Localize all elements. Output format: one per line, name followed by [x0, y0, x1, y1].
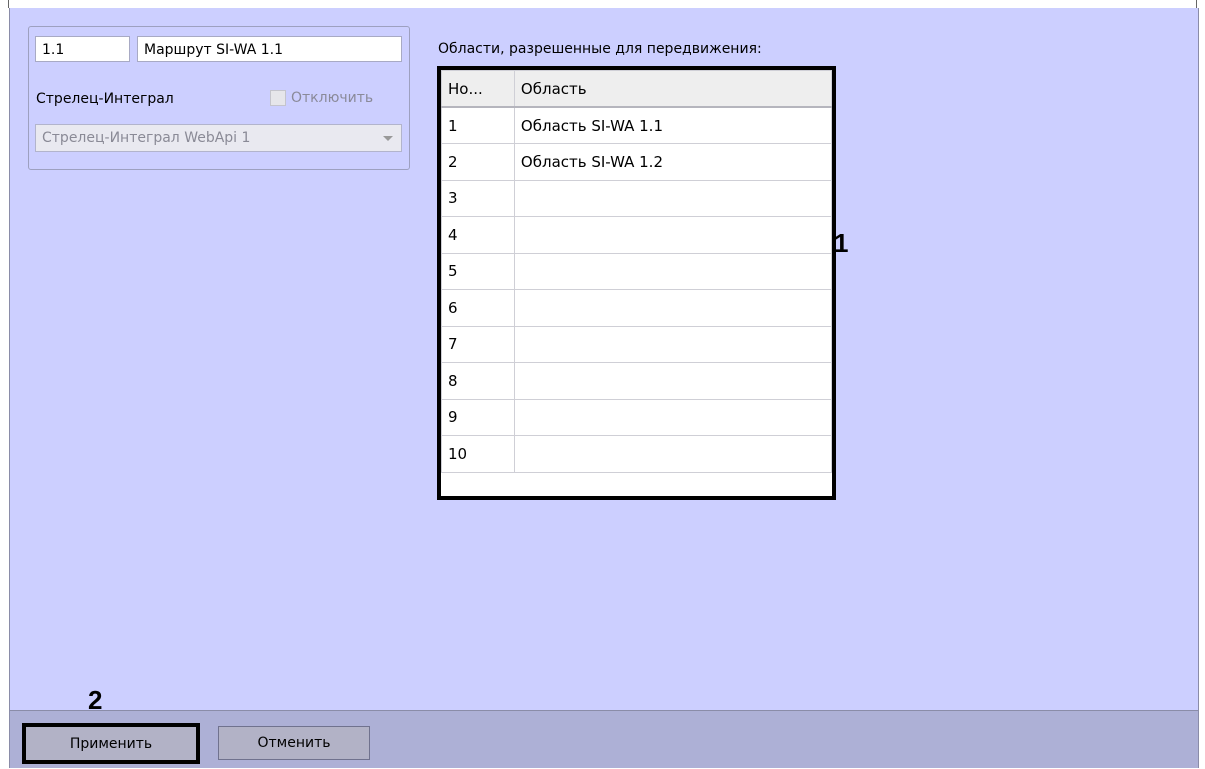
- row-number: 9: [441, 398, 515, 436]
- row-number: 7: [441, 325, 515, 363]
- top-strip: [0, 0, 1205, 8]
- table-row[interactable]: 7: [441, 325, 833, 363]
- top-divider-right: [1196, 0, 1197, 8]
- row-number: 6: [441, 289, 515, 327]
- table-row[interactable]: 2 Область SI-WA 1.2: [441, 143, 833, 181]
- row-number: 2: [441, 143, 515, 181]
- table-row[interactable]: 4: [441, 216, 833, 254]
- table-row[interactable]: 8: [441, 362, 833, 400]
- chevron-down-icon[interactable]: [383, 136, 393, 141]
- route-id-field[interactable]: 1.1: [35, 36, 130, 62]
- row-number: 4: [441, 216, 515, 254]
- table-row[interactable]: 10: [441, 435, 833, 473]
- device-select[interactable]: Стрелец-Интеграл WebApi 1: [35, 124, 402, 152]
- row-area[interactable]: Область SI-WA 1.1: [513, 106, 833, 144]
- top-divider-left: [8, 0, 9, 8]
- device-type-label: Стрелец-Интеграл: [36, 91, 174, 107]
- row-area[interactable]: [513, 216, 833, 254]
- row-area[interactable]: [513, 362, 833, 400]
- areas-table-frame: Но... Область 1 Область SI-WA 1.1 2 Област…: [437, 66, 836, 500]
- row-area[interactable]: [513, 179, 833, 217]
- row-number: 10: [441, 435, 515, 473]
- areas-table: Но... Область 1 Область SI-WA 1.1 2 Област…: [441, 70, 833, 473]
- cancel-button[interactable]: Отменить: [218, 726, 370, 760]
- table-row[interactable]: 5: [441, 252, 833, 290]
- row-number: 3: [441, 179, 515, 217]
- column-header-area[interactable]: Область: [513, 70, 833, 108]
- device-select-value: Стрелец-Интеграл WebApi 1: [42, 130, 251, 146]
- row-area[interactable]: [513, 398, 833, 436]
- row-number: 1: [441, 106, 515, 144]
- row-number: 8: [441, 362, 515, 400]
- table-row[interactable]: 1 Область SI-WA 1.1: [441, 106, 833, 144]
- areas-title: Области, разрешенные для передвижения:: [438, 41, 762, 57]
- table-header-row: Но... Область: [441, 70, 833, 108]
- apply-button[interactable]: Применить: [22, 723, 200, 764]
- table-row[interactable]: 9: [441, 398, 833, 436]
- callout-marker-1: 1: [834, 228, 849, 258]
- route-settings-panel: 1.1 Маршрут SI-WA 1.1 Стрелец-Интеграл О…: [9, 8, 1199, 710]
- route-name-field[interactable]: Маршрут SI-WA 1.1: [137, 36, 402, 62]
- row-number: 5: [441, 252, 515, 290]
- row-area[interactable]: [513, 435, 833, 473]
- disable-checkbox[interactable]: Отключить: [270, 90, 373, 106]
- checkbox-icon[interactable]: [270, 90, 286, 106]
- row-area[interactable]: [513, 289, 833, 327]
- row-area[interactable]: [513, 252, 833, 290]
- disable-label: Отключить: [291, 90, 374, 106]
- row-area[interactable]: [513, 325, 833, 363]
- table-row[interactable]: 3: [441, 179, 833, 217]
- table-row[interactable]: 6: [441, 289, 833, 327]
- column-header-number[interactable]: Но...: [441, 70, 515, 108]
- row-area[interactable]: Область SI-WA 1.2: [513, 143, 833, 181]
